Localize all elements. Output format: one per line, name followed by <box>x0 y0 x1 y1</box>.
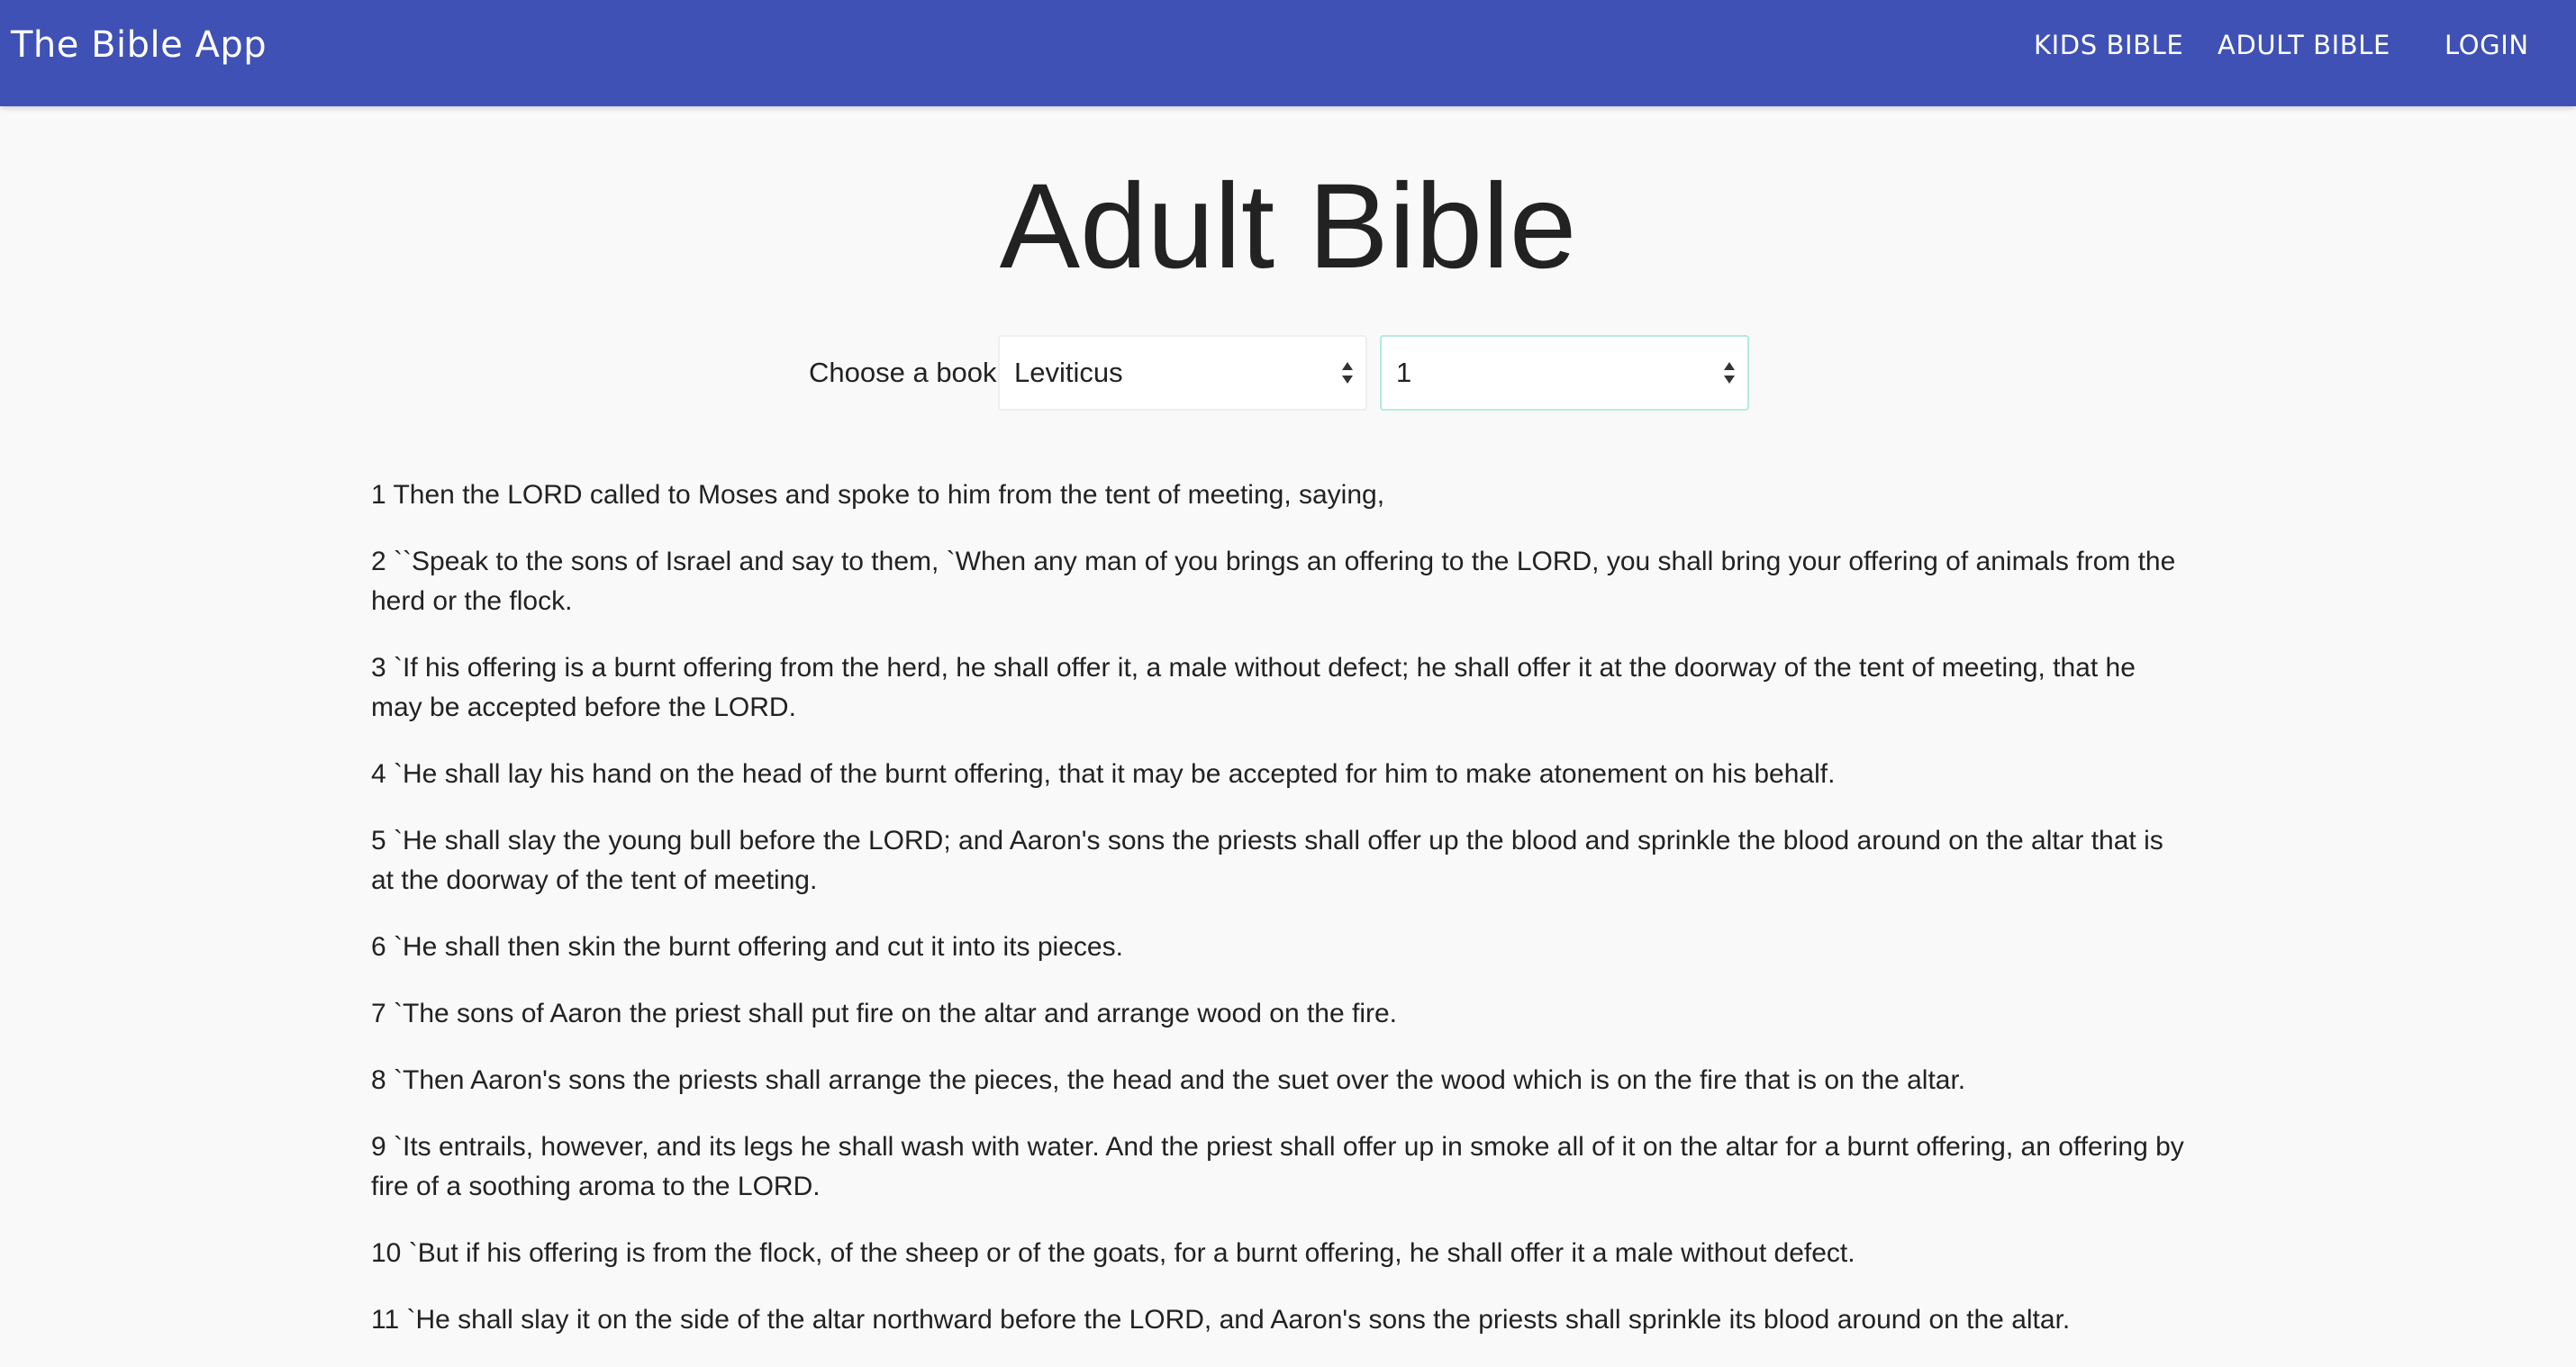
verse-5: 5 `He shall slay the young bull before t… <box>371 826 2163 895</box>
verse-6: 6 `He shall then skin the burnt offering… <box>371 932 1123 962</box>
book-select-value: Leviticus <box>1014 357 1123 388</box>
verse-2: 2 ``Speak to the sons of Israel and say … <box>371 547 2176 616</box>
page-title: Adult Bible <box>999 159 1577 294</box>
nav-login-link[interactable]: Login <box>2444 0 2529 90</box>
verse-1: 1 Then the LORD called to Moses and spok… <box>371 480 1385 510</box>
nav-kids-bible-link[interactable]: Kids Bible <box>2034 0 2183 90</box>
verse-7: 7 `The sons of Aaron the priest shall pu… <box>371 999 1398 1028</box>
verse-10: 10 `But if his offering is from the floc… <box>371 1238 1855 1268</box>
chapter-select-value: 1 <box>1396 357 1412 388</box>
verse-9: 9 `Its entrails, however, and its legs h… <box>371 1132 2184 1201</box>
verse-8: 8 `Then Aaron's sons the priests shall a… <box>371 1065 1966 1095</box>
brand-logo-link[interactable]: The Bible App <box>11 0 267 90</box>
up-down-caret-icon <box>1724 362 1735 384</box>
book-picker-label: Choose a book <box>809 357 997 388</box>
up-down-caret-icon <box>1342 362 1353 384</box>
book-select[interactable]: Leviticus <box>998 335 1367 411</box>
verse-list: 1 Then the LORD called to Moses and spok… <box>371 475 2191 1367</box>
verse-4: 4 `He shall lay his hand on the head of … <box>371 759 1836 789</box>
verse-3: 3 `If his offering is a burnt offering f… <box>371 653 2136 722</box>
nav-adult-bible-link[interactable]: Adult Bible <box>2218 0 2390 90</box>
chapter-select[interactable]: 1 <box>1380 335 1749 411</box>
top-navbar: The Bible App Kids Bible Adult Bible Log… <box>0 0 2576 106</box>
verse-11: 11 `He shall slay it on the side of the … <box>371 1305 2071 1335</box>
